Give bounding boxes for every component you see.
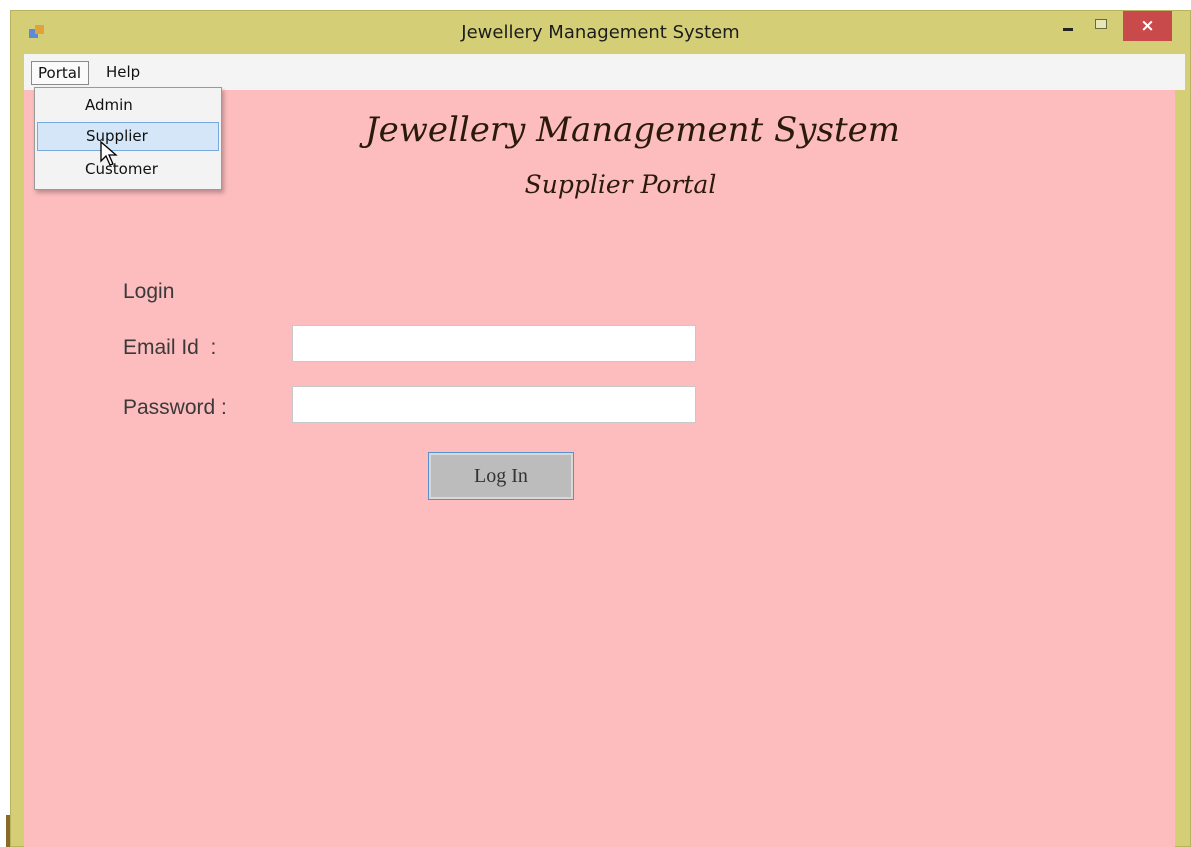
menu-portal[interactable]: Portal bbox=[31, 61, 89, 85]
login-button[interactable]: Log In bbox=[428, 452, 574, 500]
title-bar[interactable]: Jewellery Management System × bbox=[11, 11, 1190, 55]
page-title: Jewellery Management System bbox=[365, 110, 900, 150]
minimize-icon bbox=[1063, 28, 1073, 31]
maximize-button[interactable] bbox=[1087, 11, 1115, 41]
menu-item-supplier[interactable]: Supplier bbox=[37, 122, 219, 151]
email-label: Email Id : bbox=[123, 336, 217, 359]
menu-bar: Portal Help bbox=[24, 54, 1185, 90]
mouse-cursor-icon bbox=[100, 141, 118, 166]
form-client-area bbox=[24, 90, 1175, 847]
screen-edge bbox=[0, 0, 10, 847]
portal-dropdown: Admin Supplier Customer bbox=[34, 87, 222, 190]
maximize-icon bbox=[1095, 19, 1107, 29]
password-label: Password : bbox=[123, 396, 227, 419]
minimize-button[interactable] bbox=[1054, 11, 1082, 41]
window-title: Jewellery Management System bbox=[461, 22, 740, 43]
close-button[interactable]: × bbox=[1123, 11, 1172, 41]
close-icon: × bbox=[1140, 16, 1155, 36]
password-field[interactable] bbox=[292, 386, 696, 423]
menu-item-customer[interactable]: Customer bbox=[37, 155, 219, 184]
menu-help[interactable]: Help bbox=[100, 61, 148, 85]
email-field[interactable] bbox=[292, 325, 696, 362]
login-label: Login bbox=[123, 280, 175, 303]
menu-item-admin[interactable]: Admin bbox=[37, 91, 219, 120]
